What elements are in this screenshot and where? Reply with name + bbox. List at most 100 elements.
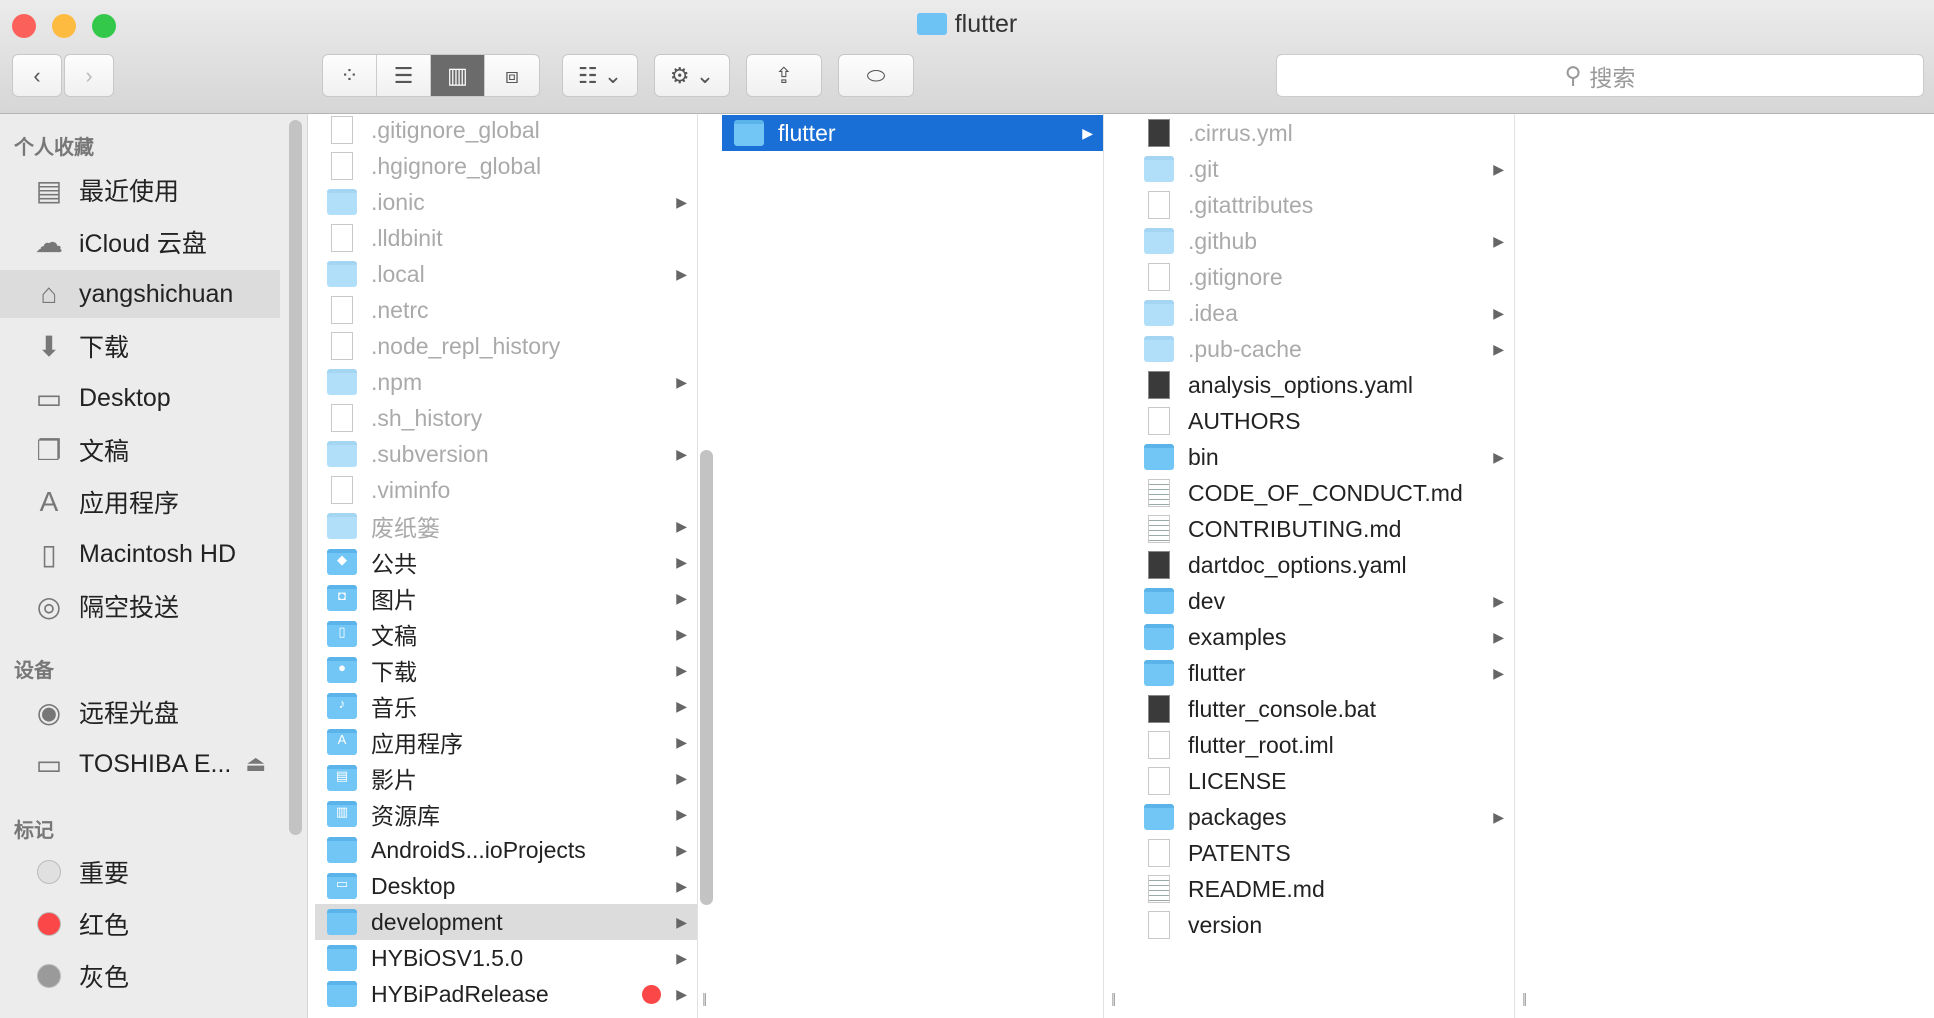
file-item[interactable]: .sh_history — [315, 400, 697, 436]
forward-button[interactable]: › — [64, 54, 114, 97]
folder-item[interactable]: .pub-cache ▶ — [1132, 331, 1514, 367]
sidebar-item[interactable]: ▭ Desktop — [0, 374, 280, 422]
window-title: flutter — [0, 10, 1934, 39]
folder-item[interactable]: ◆ 公共 ▶ — [315, 544, 697, 580]
folder-item[interactable]: ● 下载 ▶ — [315, 652, 697, 688]
sidebar-item[interactable]: A 应用程序 — [0, 478, 280, 526]
folder-item[interactable]: .git ▶ — [1132, 151, 1514, 187]
file-item[interactable]: LICENSE — [1132, 763, 1514, 799]
file-item[interactable]: PATENTS — [1132, 835, 1514, 871]
folder-item[interactable]: .local ▶ — [315, 256, 697, 292]
sidebar-item[interactable]: ☁ iCloud 云盘 — [0, 218, 280, 266]
file-item[interactable]: CODE_OF_CONDUCT.md — [1132, 475, 1514, 511]
column-resize-handle[interactable]: || — [1111, 990, 1116, 1010]
column-resize-handle[interactable]: || — [1522, 990, 1527, 1010]
folder-item[interactable]: ▥ 资源库 ▶ — [315, 796, 697, 832]
column-flutter: .cirrus.yml .git ▶ .gitattributes .github ▶ .g… — [1132, 114, 1515, 1018]
sidebar-item[interactable]: ⌂ yangshichuan — [0, 270, 280, 318]
file-item[interactable]: .gitignore — [1132, 259, 1514, 295]
folder-item[interactable]: ▭ Desktop ▶ — [315, 868, 697, 904]
icon-view-button[interactable]: ⁘ — [323, 55, 377, 96]
folder-item[interactable]: examples ▶ — [1132, 619, 1514, 655]
arrange-icon: ☷ ⌄ — [577, 62, 623, 88]
back-button[interactable]: ‹ — [12, 54, 62, 97]
document-icon — [331, 224, 353, 252]
folder-item[interactable]: flutter ▶ — [1132, 655, 1514, 691]
file-item[interactable]: .gitattributes — [1132, 187, 1514, 223]
sidebar-item[interactable]: 重要 — [0, 848, 280, 896]
folder-item[interactable]: AndroidS...ioProjects ▶ — [315, 832, 697, 868]
folder-icon — [327, 981, 357, 1007]
folder-item[interactable]: bin ▶ — [1132, 439, 1514, 475]
file-item[interactable]: flutter_console.bat — [1132, 691, 1514, 727]
chevron-right-icon: ▶ — [1082, 124, 1093, 141]
action-button[interactable]: ⚙ ⌄ — [654, 54, 730, 97]
chevron-right-icon: ▶ — [1493, 808, 1504, 825]
column-home-scrollbar[interactable] — [700, 450, 713, 905]
file-item[interactable]: .hgignore_global — [315, 148, 697, 184]
document-icon — [1148, 479, 1170, 507]
file-item[interactable]: flutter_root.iml — [1132, 727, 1514, 763]
tag-button[interactable]: ⬭ — [838, 54, 914, 97]
sidebar-scrollbar[interactable] — [289, 120, 302, 835]
sidebar-item[interactable]: 红色 — [0, 900, 280, 948]
document-icon — [1148, 371, 1170, 399]
folder-item[interactable]: ◘ 图片 ▶ — [315, 580, 697, 616]
list-view-button[interactable]: ☰ — [377, 55, 431, 96]
sidebar-item[interactable]: ❐ 文稿 — [0, 426, 280, 474]
file-item[interactable]: AUTHORS — [1132, 403, 1514, 439]
folder-item[interactable]: .npm ▶ — [315, 364, 697, 400]
file-item[interactable]: .node_repl_history — [315, 328, 697, 364]
folder-item[interactable]: 废纸篓 ▶ — [315, 508, 697, 544]
file-item[interactable]: .lldbinit — [315, 220, 697, 256]
sidebar-item-label: 红色 — [79, 912, 130, 940]
file-item[interactable]: .viminfo — [315, 472, 697, 508]
file-item[interactable]: .netrc — [315, 292, 697, 328]
sidebar-item[interactable]: ▯ Macintosh HD — [0, 530, 280, 578]
column-resize-handle[interactable]: || — [702, 990, 707, 1010]
item-name: 音乐 — [371, 695, 417, 721]
sidebar-item[interactable]: 灰色 — [0, 952, 280, 1000]
file-item[interactable]: .cirrus.yml — [1132, 115, 1514, 151]
folder-item[interactable]: packages ▶ — [1132, 799, 1514, 835]
eject-icon[interactable]: ⏏ — [245, 751, 266, 777]
folder-icon: ▭ — [327, 873, 357, 899]
sidebar-item[interactable]: ◉ 远程光盘 — [0, 688, 280, 736]
sidebar-item[interactable]: ⬇ 下载 — [0, 322, 280, 370]
search-field[interactable]: ⚲ 搜索 — [1276, 54, 1924, 97]
share-button[interactable]: ⇪ — [746, 54, 822, 97]
folder-item[interactable]: ▤ 影片 ▶ — [315, 760, 697, 796]
folder-item[interactable]: development ▶ — [315, 904, 697, 940]
folder-item[interactable]: dev ▶ — [1132, 583, 1514, 619]
chevron-right-icon: ▶ — [676, 805, 687, 822]
file-item[interactable]: .gitignore_global — [315, 114, 697, 148]
sidebar-item[interactable]: ▤ 最近使用 — [0, 166, 280, 214]
folder-item[interactable]: HYBiPadRelease ▶ — [315, 976, 697, 1012]
folder-item[interactable]: A 应用程序 ▶ — [315, 724, 697, 760]
folder-item[interactable]: .idea ▶ — [1132, 295, 1514, 331]
arrange-button[interactable]: ☷ ⌄ — [562, 54, 638, 97]
folder-item[interactable]: HYBiOSV1.5.0 ▶ — [315, 940, 697, 976]
folder-item[interactable]: ♪ 音乐 ▶ — [315, 688, 697, 724]
folder-icon — [327, 189, 357, 215]
folder-item[interactable]: .subversion ▶ — [315, 436, 697, 472]
folder-item[interactable]: .github ▶ — [1132, 223, 1514, 259]
folder-icon — [327, 909, 357, 935]
file-item[interactable]: CONTRIBUTING.md — [1132, 511, 1514, 547]
column-home: .gitignore_global .hgignore_global .ionic ▶… — [315, 114, 698, 1018]
column-view-button[interactable]: ▥ — [431, 55, 485, 96]
file-item[interactable]: dartdoc_options.yaml — [1132, 547, 1514, 583]
file-item[interactable]: version — [1132, 907, 1514, 943]
file-item[interactable]: README.md — [1132, 871, 1514, 907]
file-item[interactable]: analysis_options.yaml — [1132, 367, 1514, 403]
sidebar-item[interactable]: ▭ TOSHIBA E... ⏏ — [0, 740, 280, 788]
sidebar-item[interactable]: ◎ 隔空投送 — [0, 582, 280, 630]
gallery-view-button[interactable]: ⧈ — [485, 55, 539, 96]
folder-item[interactable]: ▯ 文稿 ▶ — [315, 616, 697, 652]
chevron-right-icon: ▶ — [676, 193, 687, 210]
folder-item[interactable]: flutter ▶ — [722, 115, 1103, 151]
folder-icon — [1144, 660, 1174, 686]
folder-item[interactable]: .ionic ▶ — [315, 184, 697, 220]
chevron-right-icon: ▶ — [676, 949, 687, 966]
document-icon — [1148, 911, 1170, 939]
